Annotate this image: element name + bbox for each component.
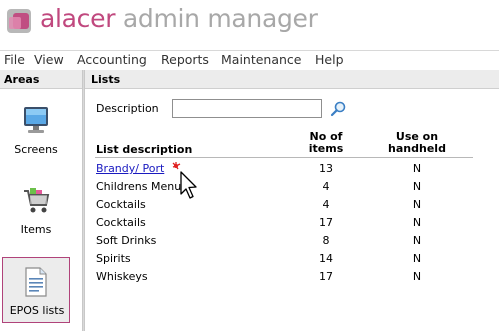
monitor-icon — [24, 107, 48, 133]
description-label: Description — [96, 102, 159, 115]
table-row[interactable]: Childrens Menu 4 N — [96, 178, 473, 196]
list-name: Cocktails — [96, 216, 146, 229]
list-name: Cocktails — [96, 198, 146, 211]
column-header-line: handheld — [388, 142, 446, 155]
table-row[interactable]: Whiskeys 17 N — [96, 268, 473, 286]
handheld-flag: N — [412, 270, 422, 283]
handheld-flag: N — [412, 180, 422, 193]
handheld-flag: N — [412, 216, 422, 229]
menu-view[interactable]: View — [34, 52, 64, 67]
item-count: 13 — [319, 162, 333, 175]
app-title: alacer admin manager — [40, 4, 318, 33]
areas-sidebar: Screens Items EPOS lists — [0, 89, 82, 331]
description-search-input[interactable] — [172, 99, 322, 118]
sidebar-item-epos-lists[interactable]: EPOS lists — [2, 257, 70, 323]
areas-panel-title: Areas — [0, 70, 82, 89]
item-count: 17 — [319, 270, 333, 283]
handheld-flag: N — [412, 234, 422, 247]
menu-maintenance[interactable]: Maintenance — [221, 52, 302, 67]
sidebar-item-label: Items — [20, 223, 52, 236]
menu-bar: File View Accounting Reports Maintenance… — [0, 50, 499, 69]
table-row[interactable]: Soft Drinks 8 N — [96, 232, 473, 250]
column-header-description: List description — [96, 143, 193, 156]
column-header-line: items — [308, 142, 344, 155]
alacer-logo-icon — [7, 9, 31, 33]
menu-accounting[interactable]: Accounting — [77, 52, 147, 67]
panel-splitter[interactable] — [82, 70, 85, 331]
table-row[interactable]: Cocktails 4 N — [96, 196, 473, 214]
table-row[interactable]: Brandy/ Port 13 N — [96, 160, 473, 178]
list-name: Spirits — [96, 252, 131, 265]
column-header-handheld: Use on handheld — [385, 131, 449, 155]
item-count: 4 — [322, 180, 330, 193]
handheld-flag: N — [412, 162, 422, 175]
sidebar-item-label: EPOS lists — [9, 304, 65, 317]
list-name-link[interactable]: Brandy/ Port — [96, 162, 164, 175]
table-header-divider — [95, 157, 473, 158]
list-name: Childrens Menu — [96, 180, 182, 193]
list-name: Soft Drinks — [96, 234, 157, 247]
handheld-flag: N — [412, 252, 422, 265]
item-count: 8 — [322, 234, 330, 247]
sidebar-item-label: Screens — [14, 143, 58, 156]
menu-reports[interactable]: Reports — [161, 52, 209, 67]
sidebar-item-screens[interactable]: Screens — [2, 99, 70, 163]
handheld-flag: N — [412, 198, 422, 211]
document-list-icon — [25, 267, 47, 297]
item-count: 17 — [319, 216, 333, 229]
table-row[interactable]: Cocktails 17 N — [96, 214, 473, 232]
menu-file[interactable]: File — [4, 52, 25, 67]
item-count: 14 — [319, 252, 333, 265]
item-count: 4 — [322, 198, 330, 211]
column-header-item-count: No of items — [296, 131, 356, 155]
app-header: alacer admin manager — [0, 0, 499, 48]
lists-panel-title: Lists — [85, 70, 499, 89]
menu-help[interactable]: Help — [315, 52, 344, 67]
sidebar-item-items[interactable]: Items — [2, 181, 70, 243]
table-row[interactable]: Spirits 14 N — [96, 250, 473, 268]
brand-name: alacer — [40, 4, 116, 33]
shopping-cart-icon — [24, 188, 50, 213]
brand-product: admin manager — [115, 4, 318, 33]
search-icon[interactable] — [330, 101, 346, 117]
list-name: Whiskeys — [96, 270, 148, 283]
